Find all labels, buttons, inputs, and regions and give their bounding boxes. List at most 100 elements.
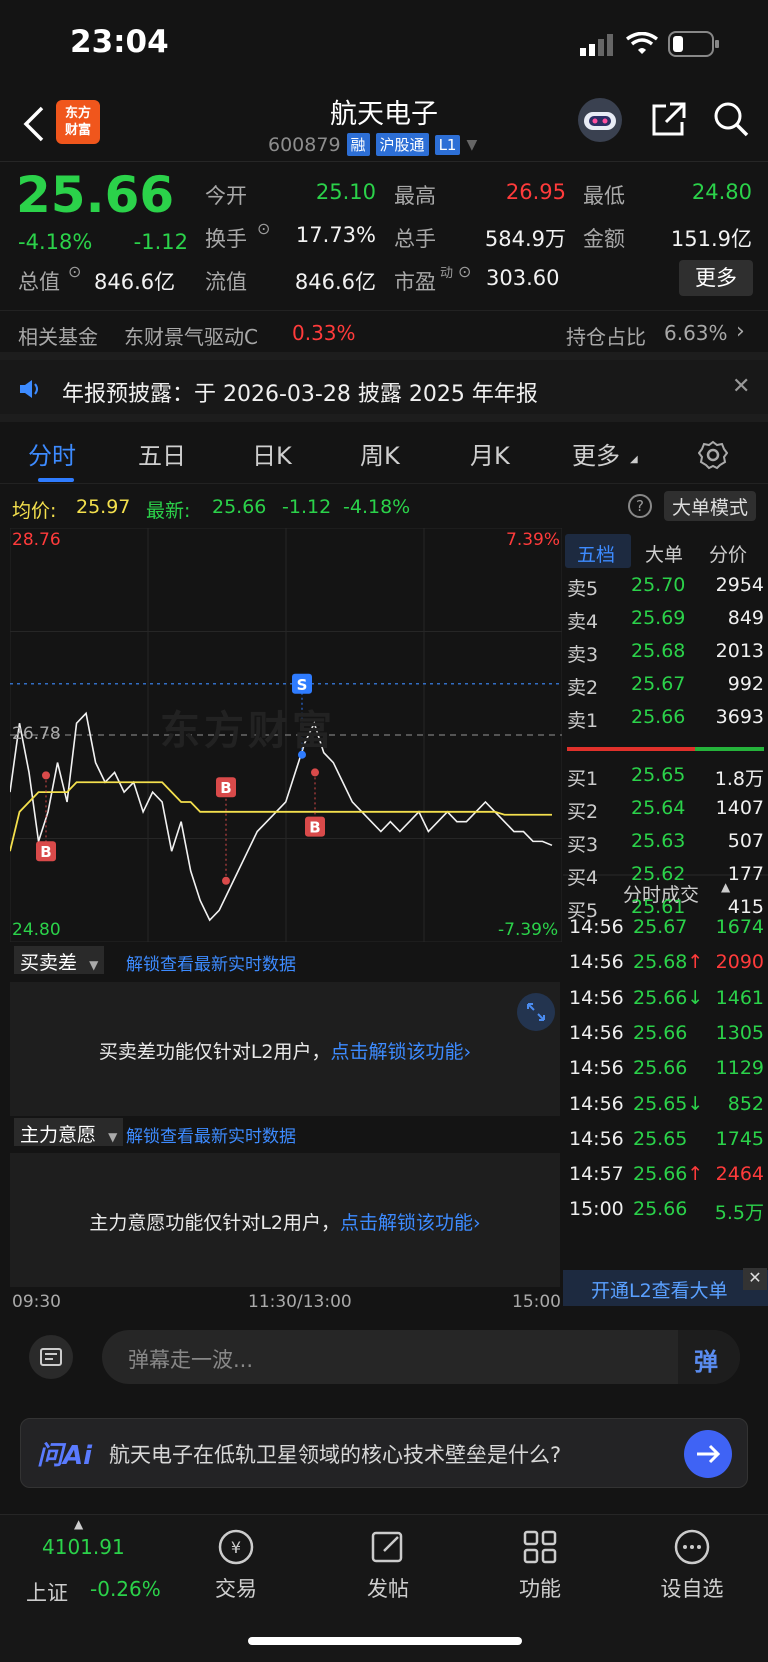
trade-marker-label: S: [297, 676, 308, 694]
close-icon[interactable]: ✕: [743, 1268, 767, 1290]
tab-big-orders[interactable]: 大单: [645, 540, 683, 567]
search-icon[interactable]: [712, 100, 750, 138]
tab-monthly-k[interactable]: 月K: [470, 436, 510, 471]
main-force-panel: 主力意愿功能仅针对L2用户，点击解锁该功能›: [10, 1153, 560, 1287]
robot-assistant-icon[interactable]: [574, 96, 626, 144]
trade-marker-label: B: [309, 819, 320, 837]
svg-text:¥: ¥: [231, 1538, 241, 1557]
tick-time: 14:56: [569, 1021, 624, 1044]
ask-row: 卖1 25.66 3693: [563, 702, 768, 735]
tab-intraday[interactable]: 分时: [28, 436, 76, 471]
close-icon[interactable]: ✕: [732, 374, 750, 399]
tick-time: 14:56: [569, 1092, 624, 1115]
level-volume: 507: [727, 830, 764, 852]
level-volume: 3693: [715, 706, 764, 728]
mktcap-label: 总值: [18, 270, 60, 294]
pe-label: 市盈: [394, 270, 436, 294]
tag-connect[interactable]: 沪股通: [375, 133, 429, 156]
tick-price: 25.66↓: [633, 986, 704, 1009]
arrow-down-icon: ↓: [687, 1092, 704, 1115]
volume-label: 总手: [394, 227, 436, 251]
prev-close-label: 26.78: [12, 724, 61, 744]
l2-upgrade-banner[interactable]: 开通L2查看大单 ✕: [563, 1268, 768, 1306]
arrow-right-icon[interactable]: [683, 1429, 733, 1479]
tick-row: 14:56 25.66↓ 1461: [563, 983, 768, 1016]
tag-margin[interactable]: 融: [346, 133, 370, 156]
clock: 23:04: [70, 24, 169, 60]
nav-post[interactable]: 发帖: [338, 1527, 438, 1603]
turnover-label: 换手: [205, 227, 247, 251]
level-volume: 177: [727, 863, 764, 885]
unlock-link[interactable]: 解锁查看最新实时数据: [126, 950, 296, 975]
tab-five-levels[interactable]: 五档: [577, 540, 615, 567]
avg-value: 25.97: [76, 496, 131, 518]
level-label: 买1: [567, 768, 599, 790]
tick-row: 14:56 25.65↓ 852: [563, 1089, 768, 1122]
index-pct[interactable]: -0.26%: [90, 1577, 161, 1601]
big-order-mode-button[interactable]: 大单模式: [664, 491, 757, 521]
settings-gear-icon[interactable]: [698, 440, 728, 470]
chevron-down-icon[interactable]: ▼: [466, 137, 477, 153]
level-price: 25.63: [631, 830, 686, 852]
tag-level[interactable]: L1: [434, 134, 461, 155]
intraday-chart[interactable]: B B B S 28.76 7.39% 26.78 24.80 -7.39% 东方财富: [9, 527, 563, 943]
time-end: 15:00: [512, 1292, 561, 1312]
info-dots-icon[interactable]: ⊙: [68, 262, 81, 281]
caret-down-icon: ▼: [108, 1130, 118, 1144]
trade-marker-dot: [311, 768, 319, 777]
tick-price: 25.66: [633, 1057, 688, 1080]
trade-icon: ¥: [218, 1529, 254, 1565]
turnover-value: 17.73%: [295, 223, 376, 247]
tick-volume: 2090: [715, 951, 764, 974]
tick-time: 14:56: [569, 916, 624, 938]
l2-unlock-link[interactable]: 点击解锁该功能: [340, 1212, 473, 1234]
tab-daily-k[interactable]: 日K: [252, 436, 292, 471]
tick-volume: 852: [727, 1092, 764, 1115]
l2-unlock-link[interactable]: 点击解锁该功能: [331, 1041, 464, 1063]
tick-row: 14:57 25.66↑ 2464: [563, 1159, 768, 1192]
low-label: 最低: [583, 184, 625, 208]
tick-row: 14:56 25.67 1674: [563, 912, 768, 945]
nav-functions[interactable]: 功能: [490, 1527, 590, 1603]
level-label: 卖3: [567, 644, 599, 666]
tab-five-day[interactable]: 五日: [138, 436, 186, 471]
buy-sell-diff-dropdown[interactable]: 买卖差 ▼: [14, 946, 105, 974]
announcement-bar[interactable]: 年报预披露：于 2026-03-28 披露 2025 年年报 ✕: [0, 360, 768, 422]
related-fund-row[interactable]: 相关基金 东财景气驱动C 0.33% 持仓占比 6.63% ›: [0, 310, 768, 360]
tick-time: 14:57: [569, 1163, 624, 1186]
more-dots-icon: [674, 1529, 710, 1565]
tab-weekly-k[interactable]: 周K: [360, 436, 400, 471]
level-volume: 2013: [715, 640, 764, 662]
danmaku-settings-icon[interactable]: [28, 1334, 74, 1380]
high-value: 26.95: [505, 180, 566, 204]
danmaku-send-button[interactable]: 弹: [678, 1330, 740, 1384]
tick-time: 14:56: [569, 1127, 624, 1150]
main-force-dropdown[interactable]: 主力意愿 ▼: [14, 1118, 124, 1146]
level-label: 卖4: [567, 611, 599, 633]
fund-change: 0.33%: [292, 321, 356, 345]
nav-trade[interactable]: ¥ 交易: [186, 1527, 286, 1603]
level-price: 25.67: [631, 673, 686, 695]
tab-price-distribution[interactable]: 分价: [709, 540, 747, 567]
expand-icon[interactable]: [516, 992, 556, 1032]
tab-more[interactable]: 更多: [572, 436, 620, 471]
index-name[interactable]: 上证: [26, 1577, 68, 1607]
bid-row: 买2 25.64 1407: [563, 793, 768, 826]
help-icon[interactable]: ?: [628, 494, 652, 518]
edit-icon: [371, 1531, 403, 1563]
unlock-link[interactable]: 解锁查看最新实时数据: [126, 1122, 296, 1147]
speaker-icon: [20, 380, 38, 398]
nav-add-watchlist[interactable]: 设自选: [642, 1527, 742, 1603]
danmaku-input[interactable]: 弹幕走一波... 弹: [102, 1330, 740, 1384]
index-value[interactable]: 4101.91: [42, 1535, 125, 1559]
tick-price: 25.67: [633, 916, 688, 938]
ai-question-bar[interactable]: 问Ai 航天电子在低轨卫星领域的核心技术壁垒是什么?: [20, 1418, 748, 1488]
tick-volume: 1305: [715, 1021, 764, 1044]
turnover-info-icon[interactable]: ⊙: [257, 219, 270, 238]
dropdown-label: 买卖差: [20, 952, 78, 974]
level-price: 25.68: [631, 640, 686, 662]
pe-info-icon[interactable]: ⊙: [458, 262, 471, 281]
more-button[interactable]: 更多: [679, 260, 753, 296]
share-icon[interactable]: [650, 100, 688, 138]
caret-down-icon: ▼: [89, 958, 99, 972]
